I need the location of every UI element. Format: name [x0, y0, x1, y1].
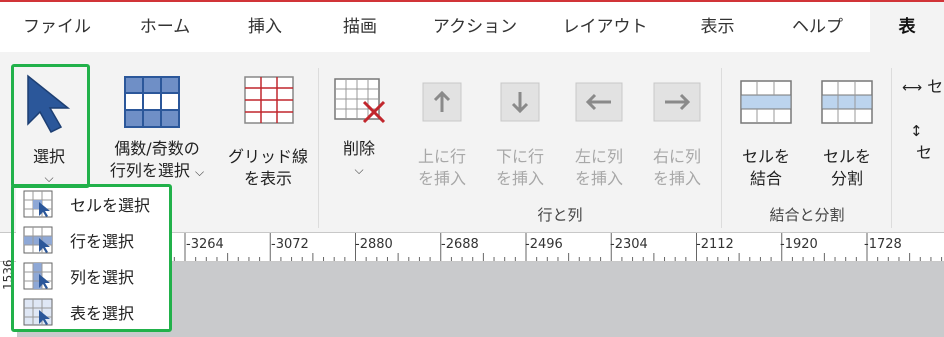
arrow-right-icon	[653, 82, 701, 122]
delete-button[interactable]: 削除 ⌵	[326, 64, 392, 184]
tab-help[interactable]: ヘルプ	[775, 2, 860, 52]
insert-below-label-line1: 下に行	[495, 147, 544, 166]
merge-label-line1: セルを	[741, 147, 790, 166]
ribbon-tab-bar: ファイル ホーム 挿入 描画 アクション レイアウト 表示 ヘルプ 表	[0, 2, 944, 52]
ruler-number: -3264	[186, 237, 224, 252]
height-label-partial: セ	[916, 143, 933, 162]
select-button[interactable]: 選択 ⌵	[14, 64, 84, 185]
insert-left-label-line2: を挿入	[574, 169, 623, 188]
tab-action[interactable]: アクション	[420, 2, 530, 52]
arrow-up-icon	[422, 82, 462, 122]
vertical-resize-icon: ↕	[910, 122, 923, 140]
gridlines-label-line1: グリッド線	[228, 147, 309, 166]
ruler-number: -2496	[525, 237, 563, 252]
group-label-merge-split: 結合と分割	[769, 206, 845, 224]
select-column-icon	[23, 262, 53, 290]
ruler-number: -2304	[610, 237, 648, 252]
merge-label-line2: 結合	[749, 169, 782, 188]
tab-view[interactable]: 表示	[675, 2, 760, 52]
insert-above-label-line1: 上に行	[417, 147, 466, 166]
insert-right-label-line1: 右に列	[652, 147, 701, 166]
merge-cells-icon	[740, 80, 792, 124]
tab-home[interactable]: ホーム	[120, 2, 210, 52]
cursor-arrow-icon	[27, 74, 71, 133]
split-cells-button[interactable]: セルを 分割	[808, 64, 886, 188]
tab-file[interactable]: ファイル	[12, 2, 102, 52]
chevron-down-icon: ⌵	[354, 163, 364, 177]
select-even-odd-button[interactable]: 偶数/奇数の 行列を選択 ⌵	[98, 64, 216, 184]
menu-item-label: 列を選択	[70, 268, 135, 287]
merge-cells-button[interactable]: セルを 結合	[727, 64, 805, 188]
alternating-rows-icon	[124, 76, 180, 128]
select-label: 選択	[32, 147, 65, 166]
menu-item-label: 表を選択	[70, 304, 135, 323]
ruler-number: -2880	[355, 237, 393, 252]
menu-item-select-table[interactable]: 表を選択	[16, 294, 170, 330]
select-cell-icon	[23, 190, 53, 218]
tab-layout[interactable]: レイアウト	[550, 2, 660, 52]
arrow-left-icon	[575, 82, 623, 122]
gridlines-icon	[244, 76, 294, 124]
insert-left-label-line1: 左に列	[574, 147, 623, 166]
horizontal-resize-icon: ⟷	[902, 80, 923, 96]
insert-column-right-button[interactable]: 右に列 を挿入	[641, 64, 713, 188]
insert-row-above-button[interactable]: 上に行 を挿入	[406, 64, 478, 188]
even-odd-label-line1: 偶数/奇数の	[114, 139, 200, 158]
show-gridlines-button[interactable]: グリッド線 を表示	[228, 64, 309, 188]
menu-item-select-column[interactable]: 列を選択	[16, 258, 170, 294]
chevron-down-icon: ⌵	[195, 165, 205, 179]
ruler-number: -2112	[696, 237, 734, 252]
ribbon-separator	[318, 68, 319, 228]
split-cells-icon	[821, 80, 873, 124]
ribbon-separator	[721, 68, 722, 228]
width-label-partial: セ	[927, 77, 944, 96]
ruler-number: -1728	[864, 237, 902, 252]
split-label-line1: セルを	[822, 147, 871, 166]
menu-item-label: セルを選択	[70, 196, 151, 215]
tab-insert[interactable]: 挿入	[220, 2, 310, 52]
even-odd-label-line2: 行列を選択	[109, 161, 190, 180]
delete-label: 削除	[342, 139, 375, 158]
insert-below-label-line2: を挿入	[495, 169, 544, 188]
arrow-down-icon	[500, 82, 540, 122]
select-row-icon	[23, 226, 53, 254]
menu-item-label: 行を選択	[70, 232, 135, 251]
ruler-number: -2688	[441, 237, 479, 252]
width-control[interactable]: ⟷ セ	[902, 76, 944, 100]
height-control[interactable]: ↕ セ	[910, 120, 944, 162]
group-label-rows-columns: 行と列	[537, 206, 583, 224]
split-label-line2: 分割	[830, 169, 863, 188]
select-dropdown-menu: セルを選択 行を選択 列を選択 表を選択	[16, 186, 170, 330]
delete-table-icon	[334, 78, 386, 124]
ruler-number: -1920	[780, 237, 818, 252]
tab-draw[interactable]: 描画	[315, 2, 405, 52]
insert-right-label-line2: を挿入	[652, 169, 701, 188]
ruler-number: -3072	[271, 237, 309, 252]
insert-row-below-button[interactable]: 下に行 を挿入	[484, 64, 556, 188]
insert-column-left-button[interactable]: 左に列 を挿入	[563, 64, 635, 188]
select-table-icon	[23, 298, 53, 326]
ribbon-separator	[891, 68, 892, 228]
menu-item-select-cell[interactable]: セルを選択	[16, 186, 170, 222]
menu-item-select-row[interactable]: 行を選択	[16, 222, 170, 258]
vertical-ruler-number: 1536	[1, 259, 15, 290]
tab-table[interactable]: 表	[870, 2, 944, 52]
gridlines-label-line2: を表示	[243, 169, 292, 188]
insert-above-label-line2: を挿入	[417, 169, 466, 188]
